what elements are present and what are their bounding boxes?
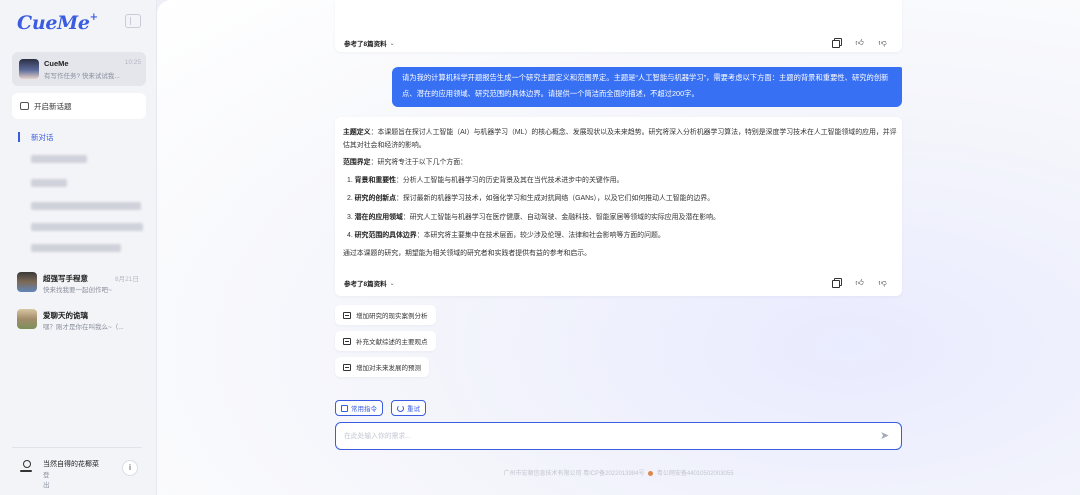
common-commands-label: 常用指令 (351, 406, 377, 413)
message-icon (343, 337, 351, 345)
contact-subtitle: 嘿？刚才是你在叫我么~（... (43, 324, 124, 331)
message-composer[interactable]: ➤ (335, 422, 902, 450)
answer-conclusion: 通过本课题的研究，期望能为相关领域的研究者和实践者提供有益的参考和启示。 (343, 250, 592, 258)
answer-list-item: 1. 背景和重要性：分析人工智能与机器学习的历史背景及其在当代技术进步中的关键作… (347, 177, 624, 185)
references-label: 参考了8篇资料 (344, 41, 387, 48)
contact-subtitle: 快来找我要一起创作吧~ (43, 287, 112, 294)
sidebar-divider (12, 447, 142, 448)
history-item-blurred[interactable] (31, 179, 67, 187)
footer: 广州市宏顿信息技术有限公司 粤ICP备2022013984号 粤公网安备4401… (157, 468, 1080, 477)
user-message-bubble: 请为我的计算机科学开题报告生成一个研究主题定义和范围界定。主题是“人工智能与机器… (392, 67, 902, 107)
history-item-blurred[interactable] (31, 244, 121, 252)
history-item-blurred[interactable] (31, 223, 143, 231)
thumbs-up-icon[interactable]: 👍︎ (855, 38, 864, 47)
message-icon (343, 363, 351, 371)
contact-name: 爱聊天的诡璃 (43, 311, 88, 320)
answer-definition: 主题定义：本课题旨在探讨人工智能（AI）与机器学习（ML）的核心概念、发展现状以… (343, 129, 897, 149)
answer-list-item: 4. 研究范围的具体边界：本研究将主要集中在技术层面，较少涉及伦理、法律和社会影… (347, 231, 665, 239)
new-topic-label: 开启新话题 (34, 101, 72, 111)
thumbs-down-icon[interactable]: 👎︎ (878, 278, 887, 287)
answer-scope: 范围界定：研究将专注于以下几个方面： (343, 159, 468, 166)
answer-text: 主题定义：本课题旨在探讨人工智能（AI）与机器学习（ML）的核心概念、发展现状以… (343, 124, 899, 263)
collapse-sidebar-icon[interactable] (125, 14, 141, 28)
history-item-label: 新对话 (31, 132, 54, 142)
chat-bubble-icon (20, 102, 29, 110)
copy-icon[interactable] (832, 278, 842, 288)
references-label: 参考了8篇资料 (344, 281, 387, 288)
history-item-blurred[interactable] (31, 202, 141, 210)
previous-answer-card: 参考了8篇资料 ⌄ 👍︎ 👎︎ (335, 0, 902, 52)
history-item-new-chat[interactable]: 新对话 (18, 132, 54, 142)
cueme-avatar (19, 59, 39, 79)
retry-label: 重试 (407, 406, 420, 413)
contact-name: 超强写手程意 (43, 274, 88, 283)
police-badge-icon (648, 470, 654, 476)
answer-list-item: 3. 潜在的应用领域：研究人工智能与机器学习在医疗健康、自动驾驶、金融科技、智能… (347, 213, 720, 221)
message-tools: 👍︎ 👎︎ (832, 38, 887, 48)
message-tools: 👍︎ 👎︎ (832, 278, 887, 288)
active-chat-card[interactable]: CueMe 10:25 有写作任务? 快来试试我... (12, 52, 146, 86)
thumbs-down-icon[interactable]: 👎︎ (878, 38, 887, 47)
footer-icp[interactable]: 广州市宏顿信息技术有限公司 粤ICP备2022013984号 (503, 471, 644, 477)
chevron-down-icon: ⌄ (389, 40, 395, 47)
info-icon[interactable]: i (122, 460, 138, 476)
suggestion-chip[interactable]: 补充文献综述的主要观点 (335, 331, 436, 351)
suggestion-chip[interactable]: 增加对未来发展的预测 (335, 357, 429, 377)
answer-list-item: 2. 研究的创新点：探讨最新的机器学习技术，如强化学习和生成对抗网络（GANs）… (347, 195, 715, 203)
logout-link[interactable]: 登出 (43, 469, 50, 489)
commands-icon (341, 404, 348, 412)
chevron-down-icon: ⌄ (389, 280, 395, 287)
suggestion-label: 补充文献综述的主要观点 (356, 339, 428, 346)
cueme-logo[interactable]: CueMe+ (17, 12, 98, 34)
chat-time: 10:25 (124, 59, 141, 66)
new-topic-button[interactable]: 开启新话题 (12, 93, 146, 119)
chat-companion-avatar (17, 309, 37, 329)
retry-button[interactable]: 重试 (391, 400, 426, 416)
thumbs-up-icon[interactable]: 👍︎ (855, 278, 864, 287)
suggestion-label: 增加研究的现实案例分析 (356, 313, 428, 320)
copy-icon[interactable] (832, 38, 842, 48)
chat-main: 参考了8篇资料 ⌄ 👍︎ 👎︎ 请为我的计算机科学开题报告生成一个研究主题定义和范… (157, 0, 1080, 495)
send-icon[interactable]: ➤ (880, 430, 892, 442)
chat-title: CueMe (44, 59, 69, 68)
chat-subtitle: 有写作任务? 快来试试我... (44, 73, 120, 80)
footer-police[interactable]: 粤公网安备44010502003055 (657, 471, 734, 477)
message-input[interactable] (344, 429, 844, 443)
message-icon (343, 311, 351, 319)
sidebar: CueMe+ CueMe 10:25 有写作任务? 快来试试我... 开启新话题… (0, 0, 157, 495)
refresh-icon (397, 404, 404, 412)
contact-date: 8月21日 (115, 276, 139, 283)
references-toggle[interactable]: 参考了8篇资料 ⌄ (344, 38, 395, 49)
suggestion-label: 增加对未来发展的预测 (356, 365, 421, 372)
writer-avatar (17, 272, 37, 292)
user-name: 当然自得的花椰菜 (43, 461, 99, 468)
user-icon (20, 460, 32, 474)
suggestion-chip[interactable]: 增加研究的现实案例分析 (335, 305, 436, 325)
history-item-blurred[interactable] (31, 155, 87, 163)
references-toggle[interactable]: 参考了8篇资料 ⌄ (344, 278, 395, 289)
common-commands-button[interactable]: 常用指令 (335, 400, 383, 416)
